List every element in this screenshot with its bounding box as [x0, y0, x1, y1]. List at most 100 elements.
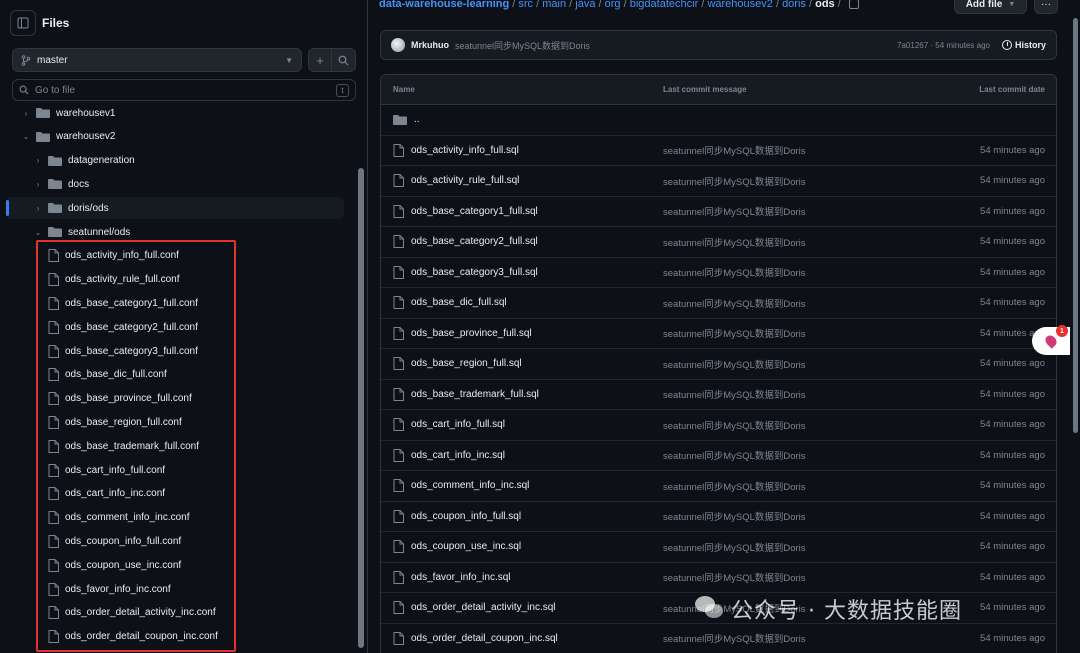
table-row[interactable]: ods_activity_info_full.sql seatunnel同步MyS…	[381, 136, 1056, 166]
table-row[interactable]: ods_base_trademark_full.sql seatunnel同步My…	[381, 380, 1056, 410]
commit-message-cell[interactable]: seatunnel同步MySQL数据到Doris	[663, 631, 806, 645]
file-link[interactable]: ods_coupon_use_inc.sql	[411, 541, 521, 552]
go-to-file-search[interactable]: t	[12, 79, 356, 101]
tree-file-item[interactable]: ods_base_region_full.conf	[6, 411, 344, 433]
tree-file-item[interactable]: ods_coupon_use_inc.conf	[6, 554, 344, 576]
commit-message-cell[interactable]: seatunnel同步MySQL数据到Doris	[663, 143, 806, 157]
commit-message-cell[interactable]: seatunnel同步MySQL数据到Doris	[663, 357, 806, 371]
tree-file-item[interactable]: ods_activity_rule_full.conf	[6, 269, 344, 291]
file-link[interactable]: ods_base_category3_full.sql	[411, 267, 538, 278]
commit-message-cell[interactable]: seatunnel同步MySQL数据到Doris	[663, 387, 806, 401]
commit-message-cell[interactable]: seatunnel同步MySQL数据到Doris	[663, 235, 806, 249]
file-link[interactable]: ods_comment_info_inc.sql	[411, 480, 529, 491]
tree-file-item[interactable]: ods_cart_info_full.conf	[6, 459, 344, 481]
tree-folder-item[interactable]: › datageneration	[6, 150, 344, 172]
chevron-right-icon[interactable]: ›	[20, 109, 32, 118]
file-link[interactable]: ods_base_dic_full.sql	[411, 297, 507, 308]
file-link[interactable]: ods_order_detail_coupon_inc.sql	[411, 633, 558, 644]
floating-assistant-widget[interactable]: 1	[1032, 325, 1070, 355]
commit-message-cell[interactable]: seatunnel同步MySQL数据到Doris	[663, 448, 806, 462]
tree-folder-item[interactable]: › docs	[6, 173, 344, 195]
tree-folder-item[interactable]: › doris/ods	[6, 197, 344, 220]
tree-file-item[interactable]: ods_favor_info_inc.conf	[6, 578, 344, 600]
file-link[interactable]: ods_base_category2_full.sql	[411, 236, 538, 247]
table-row[interactable]: ods_base_province_full.sql seatunnel同步MyS…	[381, 319, 1056, 349]
commit-message-cell[interactable]: seatunnel同步MySQL数据到Doris	[663, 601, 806, 615]
tree-folder-item[interactable]: ⌄ warehousev2	[6, 126, 344, 148]
commit-message-cell[interactable]: seatunnel同步MySQL数据到Doris	[663, 509, 806, 523]
table-row[interactable]: ods_order_detail_activity_inc.sql seatunn…	[381, 593, 1056, 624]
commit-message-cell[interactable]: seatunnel同步MySQL数据到Doris	[663, 479, 806, 493]
commit-message-cell[interactable]: seatunnel同步MySQL数据到Doris	[663, 540, 806, 554]
tree-file-item[interactable]: ods_base_trademark_full.conf	[6, 435, 344, 457]
file-link[interactable]: ods_order_detail_activity_inc.sql	[411, 602, 556, 613]
more-options-button[interactable]: ···	[1034, 0, 1058, 14]
table-row[interactable]: ods_order_detail_coupon_inc.sql seatunnel…	[381, 624, 1056, 653]
commit-message-cell[interactable]: seatunnel同步MySQL数据到Doris	[663, 204, 806, 218]
commit-hash-time[interactable]: 7a01267 · 54 minutes ago	[897, 41, 990, 50]
breadcrumb-link[interactable]: bigdatatechcir	[630, 0, 699, 10]
parent-directory-link[interactable]: ..	[414, 114, 420, 125]
file-link[interactable]: ods_coupon_info_full.sql	[411, 511, 521, 522]
tree-file-item[interactable]: ods_coupon_info_full.conf	[6, 530, 344, 552]
commit-message[interactable]: seatunnel同步MySQL数据到Doris	[455, 39, 590, 52]
tree-file-item[interactable]: ods_activity_info_full.conf	[6, 245, 344, 267]
commit-message-cell[interactable]: seatunnel同步MySQL数据到Doris	[663, 296, 806, 310]
file-link[interactable]: ods_activity_info_full.sql	[411, 145, 519, 156]
add-file-sidebar-button[interactable]: +	[308, 48, 332, 72]
breadcrumb-repo-link[interactable]: data-warehouse-learning	[379, 0, 509, 10]
table-row[interactable]: ods_base_dic_full.sql seatunnel同步MySQL数据到…	[381, 288, 1056, 319]
tree-folder-item[interactable]: ⌄ seatunnel/ods	[6, 221, 344, 243]
commit-message-cell[interactable]: seatunnel同步MySQL数据到Doris	[663, 265, 806, 279]
table-row[interactable]: ods_activity_rule_full.sql seatunnel同步MyS…	[381, 166, 1056, 197]
tree-file-item[interactable]: ods_base_category1_full.conf	[6, 292, 344, 314]
page-scrollbar-thumb[interactable]	[1073, 18, 1078, 433]
tree-file-item[interactable]: ods_order_detail_coupon_inc.conf	[6, 626, 344, 648]
history-button[interactable]: History	[1001, 40, 1046, 50]
breadcrumb-link[interactable]: org	[605, 0, 621, 10]
tree-folder-item[interactable]: › warehousev1	[6, 104, 344, 124]
file-link[interactable]: ods_base_province_full.sql	[411, 328, 532, 339]
file-link[interactable]: ods_activity_rule_full.sql	[411, 175, 519, 186]
tree-file-item[interactable]: ods_order_detail_activity_inc.conf	[6, 602, 344, 624]
breadcrumb-link[interactable]: java	[575, 0, 595, 10]
tree-file-item[interactable]: ods_base_category3_full.conf	[6, 340, 344, 362]
tree-file-item[interactable]: ods_base_dic_full.conf	[6, 364, 344, 386]
chevron-right-icon[interactable]: ›	[32, 204, 44, 213]
table-row[interactable]: ods_coupon_use_inc.sql seatunnel同步MySQL数据…	[381, 532, 1056, 563]
chevron-down-icon[interactable]: ⌄	[20, 132, 32, 141]
branch-select[interactable]: master ▼	[12, 48, 302, 72]
table-row[interactable]: ods_base_category2_full.sql seatunnel同步My…	[381, 227, 1056, 258]
file-link[interactable]: ods_favor_info_inc.sql	[411, 572, 511, 583]
tree-file-item[interactable]: ods_base_category2_full.conf	[6, 316, 344, 338]
copy-path-icon[interactable]	[848, 0, 859, 10]
chevron-down-icon[interactable]: ⌄	[32, 228, 44, 237]
file-link[interactable]: ods_base_region_full.sql	[411, 358, 522, 369]
tree-file-item[interactable]: ods_base_province_full.conf	[6, 388, 344, 410]
commit-message-cell[interactable]: seatunnel同步MySQL数据到Doris	[663, 174, 806, 188]
breadcrumb-link[interactable]: doris	[782, 0, 806, 10]
commit-message-cell[interactable]: seatunnel同步MySQL数据到Doris	[663, 326, 806, 340]
breadcrumb-link[interactable]: src	[518, 0, 533, 10]
tree-file-item[interactable]: ods_comment_info_inc.conf	[6, 507, 344, 529]
chevron-right-icon[interactable]: ›	[32, 156, 44, 165]
tree-file-item[interactable]: ods_cart_info_inc.conf	[6, 483, 344, 505]
file-link[interactable]: ods_cart_info_full.sql	[411, 419, 505, 430]
commit-message-cell[interactable]: seatunnel同步MySQL数据到Doris	[663, 418, 806, 432]
breadcrumb-link[interactable]: main	[542, 0, 566, 10]
add-file-button[interactable]: Add file ▼	[954, 0, 1027, 14]
parent-directory-row[interactable]: ..	[381, 105, 1056, 136]
table-row[interactable]: ods_cart_info_inc.sql seatunnel同步MySQL数据到…	[381, 441, 1056, 471]
search-sidebar-button[interactable]	[332, 48, 356, 72]
breadcrumb-link[interactable]: warehousev2	[707, 0, 772, 10]
collapse-sidebar-button[interactable]	[10, 10, 36, 36]
commit-author[interactable]: Mrkuhuo	[411, 40, 449, 50]
table-row[interactable]: ods_comment_info_inc.sql seatunnel同步MySQL…	[381, 471, 1056, 502]
file-link[interactable]: ods_cart_info_inc.sql	[411, 450, 505, 461]
table-row[interactable]: ods_favor_info_inc.sql seatunnel同步MySQL数据…	[381, 563, 1056, 593]
chevron-right-icon[interactable]: ›	[32, 180, 44, 189]
table-row[interactable]: ods_cart_info_full.sql seatunnel同步MySQL数据…	[381, 410, 1056, 441]
file-link[interactable]: ods_base_trademark_full.sql	[411, 389, 539, 400]
table-row[interactable]: ods_base_category3_full.sql seatunnel同步My…	[381, 258, 1056, 288]
sidebar-scrollbar-thumb[interactable]	[358, 168, 364, 648]
